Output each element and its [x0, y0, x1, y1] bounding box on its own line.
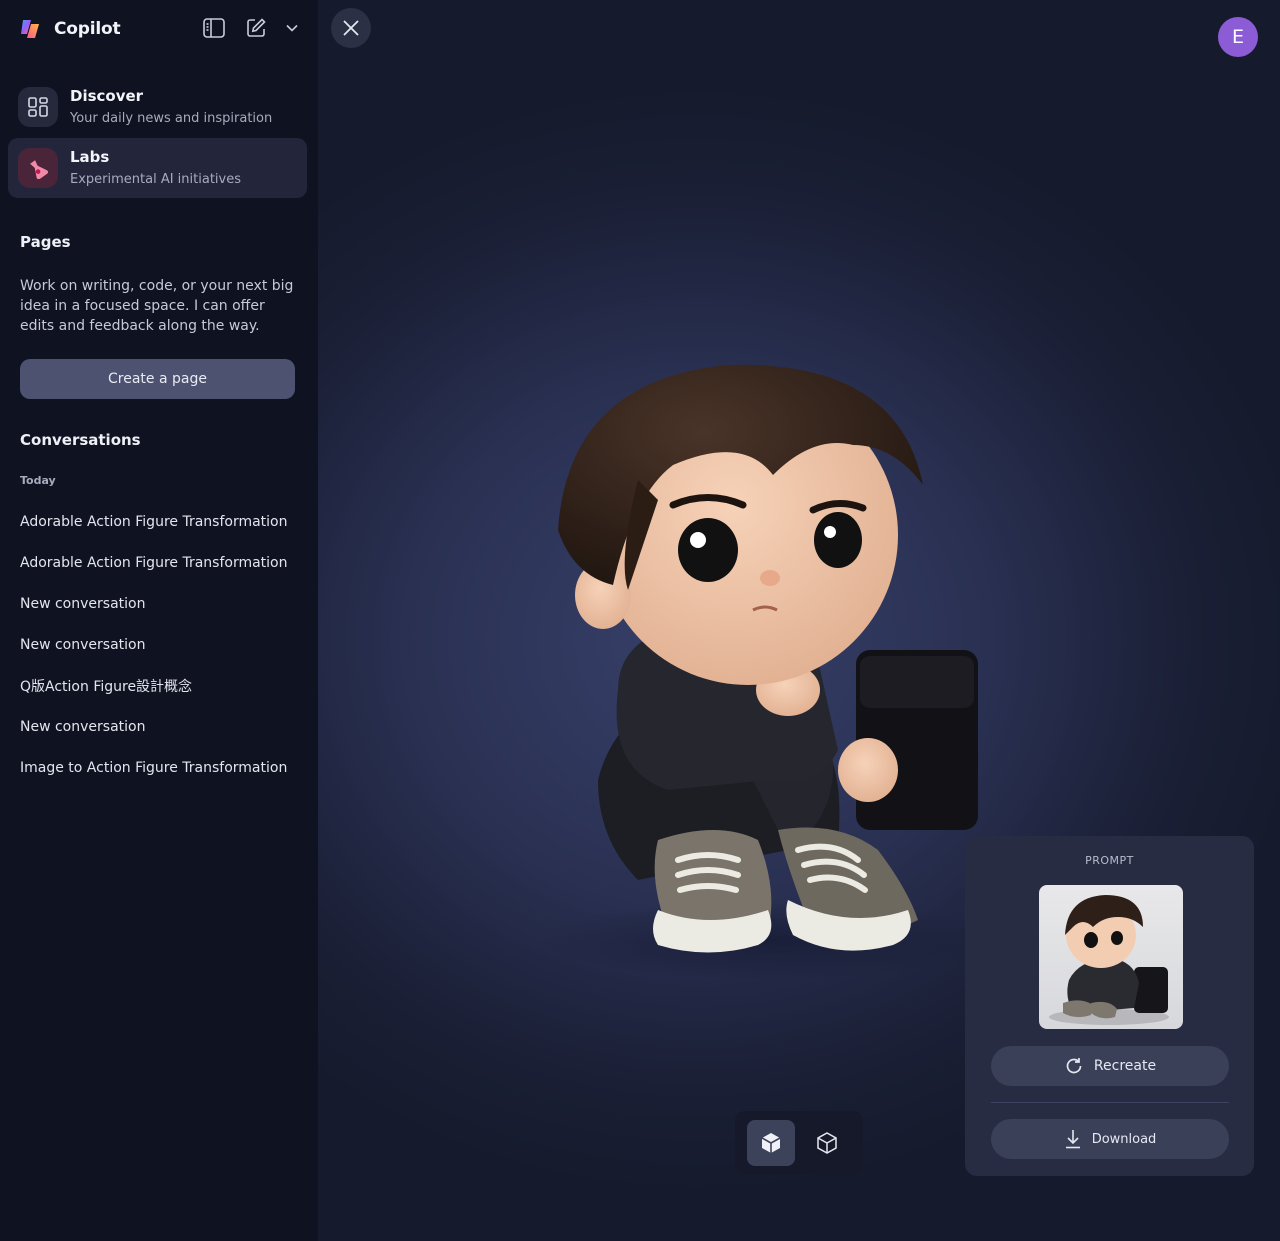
grid-icon — [18, 87, 58, 127]
conversation-list: Adorable Action Figure Transformation Ad… — [0, 501, 318, 788]
download-button[interactable]: Download — [991, 1119, 1229, 1159]
download-icon — [1065, 1130, 1080, 1149]
brand[interactable]: Copilot — [18, 16, 121, 42]
sidebar: Copilot Discover Your daily news and ins… — [0, 0, 318, 1241]
action-figure-model[interactable] — [538, 360, 988, 980]
app-name: Copilot — [54, 19, 121, 39]
nav-title: Labs — [70, 148, 110, 166]
conversation-item[interactable]: New conversation — [0, 706, 318, 747]
solid-cube-icon[interactable] — [747, 1120, 795, 1166]
flask-icon — [18, 148, 58, 188]
conversation-group-label: Today — [20, 474, 56, 487]
download-label: Download — [1091, 1131, 1157, 1147]
conversation-item[interactable]: Image to Action Figure Transformation — [0, 747, 318, 788]
nav-subtitle: Your daily news and inspiration — [70, 111, 273, 126]
nav-item-labs[interactable]: Labs Experimental AI initiatives — [8, 138, 307, 198]
nav-item-discover[interactable]: Discover Your daily news and inspiration — [8, 77, 307, 137]
panel-divider — [991, 1102, 1229, 1103]
recreate-button[interactable]: Recreate — [991, 1046, 1229, 1086]
user-avatar[interactable]: E — [1218, 17, 1258, 57]
prompt-image-thumbnail[interactable] — [1039, 885, 1183, 1029]
pages-title: Pages — [20, 233, 71, 251]
prompt-panel: PROMPT Recreate Download — [965, 836, 1254, 1176]
refresh-icon — [1066, 1058, 1082, 1074]
nav-title: Discover — [70, 87, 144, 105]
wireframe-cube-icon[interactable] — [803, 1120, 851, 1166]
pages-description: Work on writing, code, or your next big … — [20, 278, 294, 334]
prompt-label: PROMPT — [1085, 854, 1134, 867]
copilot-logo-icon — [21, 20, 39, 38]
sidebar-toggle-icon[interactable] — [200, 14, 228, 42]
conversations-title: Conversations — [20, 431, 141, 449]
new-chat-icon[interactable] — [242, 14, 270, 42]
conversation-item[interactable]: New conversation — [0, 624, 318, 665]
sidebar-toolbar — [200, 14, 300, 42]
conversation-item[interactable]: Adorable Action Figure Transformation — [0, 542, 318, 583]
create-page-button[interactable]: Create a page — [20, 359, 295, 399]
close-icon[interactable] — [331, 8, 371, 48]
chevron-down-icon[interactable] — [284, 14, 300, 42]
figure-viewer: E PROMPT Recreate Download — [318, 0, 1280, 1241]
conversation-item[interactable]: Adorable Action Figure Transformation — [0, 501, 318, 542]
conversation-item[interactable]: Q版Action Figure設計概念 — [0, 665, 318, 706]
conversation-item[interactable]: New conversation — [0, 583, 318, 624]
view-mode-toggle — [735, 1111, 863, 1175]
nav-subtitle: Experimental AI initiatives — [70, 172, 241, 187]
recreate-label: Recreate — [1093, 1058, 1157, 1074]
